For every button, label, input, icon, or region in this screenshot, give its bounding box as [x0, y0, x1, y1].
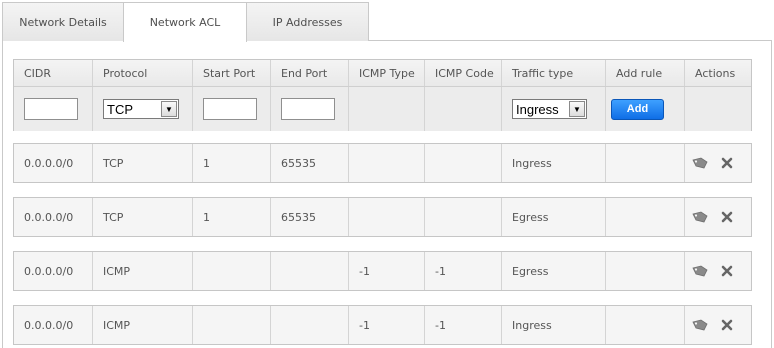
cell-start-port: 1: [193, 198, 271, 236]
tab-network-acl[interactable]: Network ACL: [123, 2, 247, 42]
column-header-protocol: Protocol: [93, 60, 193, 86]
column-header-start-port: Start Port: [193, 60, 271, 86]
cell-start-port: [193, 306, 271, 344]
row-actions: [685, 252, 751, 290]
tab-ip-addresses[interactable]: IP Addresses: [246, 2, 369, 41]
column-header-cidr: CIDR: [14, 60, 93, 86]
traffic-selected-value: Ingress: [516, 101, 559, 117]
cell-icmp-type: [349, 198, 425, 236]
tab-label: Network ACL: [149, 16, 221, 29]
cell-start-port: [193, 252, 271, 290]
chevron-down-icon[interactable]: ▼: [161, 101, 177, 117]
protocol-select[interactable]: TCP ▼: [103, 99, 179, 119]
column-header-traffic-type: Traffic type: [502, 60, 606, 86]
start-port-input[interactable]: [203, 98, 257, 120]
tab-bar: Network Details IP Addresses Network ACL: [0, 0, 774, 42]
row-actions: [685, 144, 751, 182]
tab-network-details[interactable]: Network Details: [2, 2, 124, 41]
cell-add-rule: [606, 252, 685, 290]
close-icon[interactable]: [719, 155, 735, 171]
protocol-selected-value: TCP: [107, 101, 133, 117]
cell-add-rule: [606, 144, 685, 182]
chevron-down-icon[interactable]: ▼: [569, 101, 585, 117]
cell-add-rule: [606, 306, 685, 344]
table-row: 0.0.0.0/0 TCP 1 65535 Egress: [13, 197, 752, 237]
cell-traffic-type: Egress: [502, 252, 606, 290]
end-port-input[interactable]: [281, 98, 335, 120]
table-row: 0.0.0.0/0 ICMP -1 -1 Egress: [13, 251, 752, 291]
cell-icmp-type: -1: [349, 306, 425, 344]
cell-protocol: ICMP: [93, 306, 193, 344]
acl-rule-form: CIDR Protocol Start Port End Port ICMP T…: [13, 59, 752, 131]
cell-traffic-type: Egress: [502, 198, 606, 236]
cell-cidr: 0.0.0.0/0: [14, 198, 93, 236]
tag-icon[interactable]: [692, 155, 708, 171]
cell-start-port: 1: [193, 144, 271, 182]
cell-protocol: TCP: [93, 144, 193, 182]
column-header-actions: Actions: [695, 66, 736, 80]
cell-icmp-code: [425, 144, 502, 182]
cell-end-port: [271, 306, 349, 344]
cell-icmp-type: [349, 144, 425, 182]
cell-icmp-type: -1: [349, 252, 425, 290]
add-rule-button[interactable]: Add: [611, 98, 664, 120]
column-header-icmp-code: ICMP Code: [425, 60, 502, 86]
table-row: 0.0.0.0/0 TCP 1 65535 Ingress: [13, 143, 752, 183]
cell-icmp-code: -1: [425, 306, 502, 344]
tab-label: Network Details: [19, 15, 107, 29]
cell-icmp-code: [425, 198, 502, 236]
close-icon[interactable]: [719, 209, 735, 225]
cell-cidr: 0.0.0.0/0: [14, 144, 93, 182]
traffic-type-select[interactable]: Ingress ▼: [512, 99, 587, 119]
new-rule-row: TCP ▼ Ingress ▼ Add: [14, 87, 751, 131]
row-actions: [685, 198, 751, 236]
close-icon[interactable]: [719, 317, 735, 333]
cell-cidr: 0.0.0.0/0: [14, 252, 93, 290]
column-header-add-rule: Add rule: [606, 60, 685, 86]
close-icon[interactable]: [719, 263, 735, 279]
table-header: CIDR Protocol Start Port End Port ICMP T…: [14, 60, 751, 87]
column-header-end-port: End Port: [271, 60, 349, 86]
cell-icmp-code: -1: [425, 252, 502, 290]
tag-icon[interactable]: [692, 317, 708, 333]
cell-add-rule: [606, 198, 685, 236]
column-header-icmp-type: ICMP Type: [349, 60, 425, 86]
table-row: 0.0.0.0/0 ICMP -1 -1 Ingress: [13, 305, 752, 345]
cell-end-port: 65535: [271, 198, 349, 236]
cell-end-port: 65535: [271, 144, 349, 182]
cell-protocol: ICMP: [93, 252, 193, 290]
cell-cidr: 0.0.0.0/0: [14, 306, 93, 344]
cell-traffic-type: Ingress: [502, 306, 606, 344]
cell-protocol: TCP: [93, 198, 193, 236]
tag-icon[interactable]: [692, 263, 708, 279]
tag-icon[interactable]: [692, 209, 708, 225]
cidr-input[interactable]: [24, 98, 78, 120]
tab-label: IP Addresses: [272, 15, 343, 29]
cell-traffic-type: Ingress: [502, 144, 606, 182]
row-actions: [685, 306, 751, 344]
cell-end-port: [271, 252, 349, 290]
